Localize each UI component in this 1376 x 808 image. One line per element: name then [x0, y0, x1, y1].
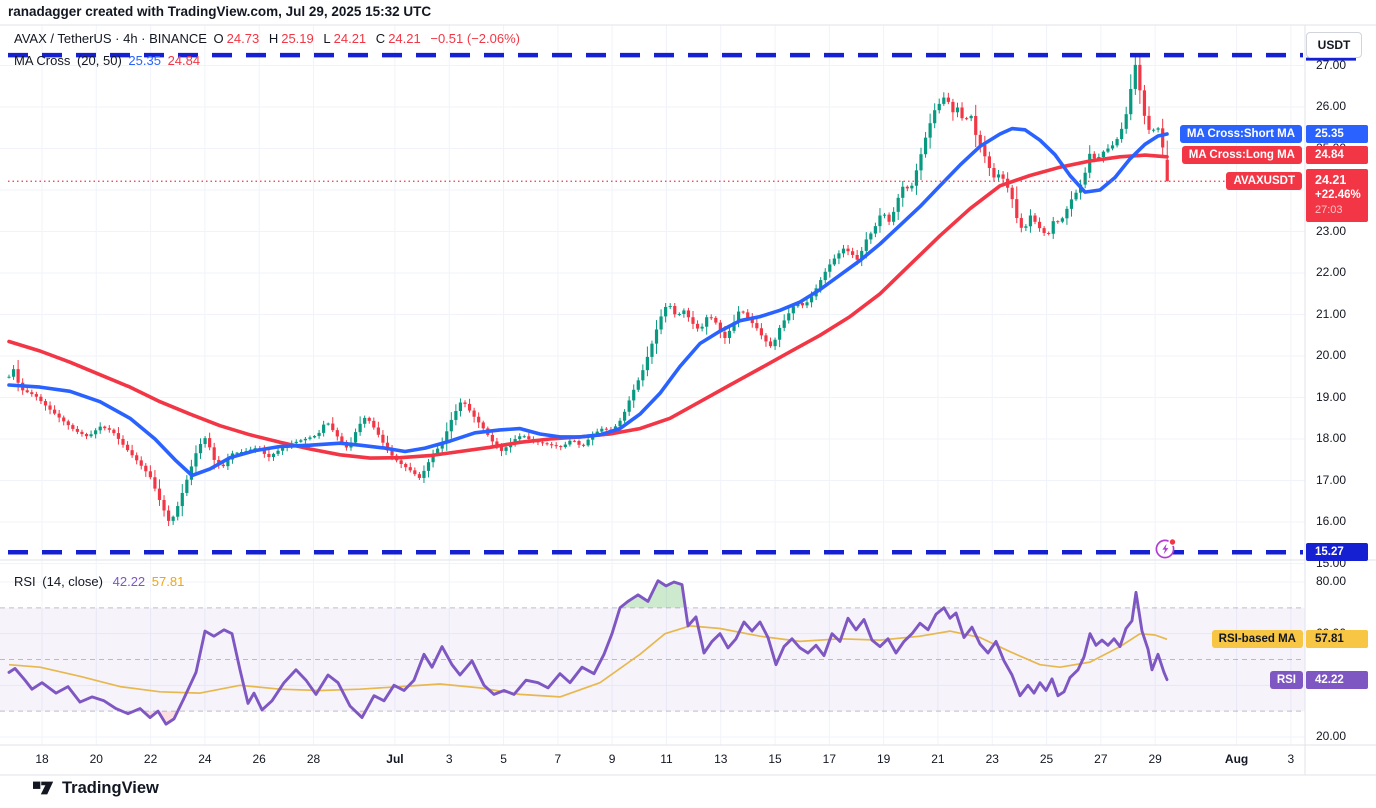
low-value: 24.21 — [334, 31, 367, 46]
rsi-ma-value: 57.81 — [152, 574, 185, 589]
low-label: L24.21 — [323, 31, 369, 46]
rsi-legend-row[interactable]: RSI (14, close) 42.22 57.81 — [14, 574, 187, 589]
rsi-ma-tag[interactable]: RSI-based MA — [1212, 630, 1303, 648]
rsi-tick-label: 20.00 — [1316, 729, 1346, 743]
price-tick-label: 17.00 — [1316, 473, 1346, 487]
time-tick-label: 23 — [986, 752, 999, 766]
rsi-tag[interactable]: RSI — [1270, 671, 1303, 689]
symbol-legend-row[interactable]: AVAX / TetherUS · 4h · BINANCE O24.73 H2… — [14, 31, 523, 46]
rsi-tick-label: 80.00 — [1316, 574, 1346, 588]
price-tick-label: 23.00 — [1316, 224, 1346, 238]
short-ma-price-tag[interactable]: MA Cross:Short MA — [1180, 125, 1302, 143]
open-value: 24.73 — [227, 31, 260, 46]
currency-unit-button[interactable]: USDT — [1306, 32, 1362, 58]
last-price: 24.21 — [1315, 173, 1346, 187]
change-percent: +22.46% — [1315, 188, 1368, 203]
tradingview-logo-text: TradingView — [62, 779, 159, 798]
price-tick-label: 26.00 — [1316, 99, 1346, 113]
symbol-title[interactable]: AVAX / TetherUS · 4h · BINANCE — [14, 31, 207, 46]
attribution-text: ranadagger created with TradingView.com,… — [8, 4, 431, 19]
time-tick-label: 13 — [714, 752, 727, 766]
price-tick-label: 27.00 — [1316, 58, 1346, 72]
time-tick-label: 25 — [1040, 752, 1053, 766]
tradingview-logo[interactable]: TradingView — [33, 777, 159, 799]
ma-cross-legend-row[interactable]: MA Cross (20, 50) 25.35 24.84 — [14, 53, 203, 68]
support-line-axis-value: 15.27 — [1306, 543, 1368, 561]
close-value: 24.21 — [388, 31, 421, 46]
chart-canvas[interactable] — [0, 0, 1376, 808]
open-label: O24.73 — [214, 31, 263, 46]
price-tick-label: 20.00 — [1316, 348, 1346, 362]
price-tick-label: 18.00 — [1316, 431, 1346, 445]
ma-cross-long-value: 24.84 — [168, 53, 201, 68]
long-ma-price-tag[interactable]: MA Cross:Long MA — [1182, 146, 1302, 164]
time-tick-label: 20 — [90, 752, 103, 766]
time-tick-label: 9 — [609, 752, 616, 766]
time-tick-label: 21 — [931, 752, 944, 766]
alert-icon[interactable] — [1152, 535, 1180, 568]
price-tick-label: 22.00 — [1316, 265, 1346, 279]
time-tick-label: 19 — [877, 752, 890, 766]
time-tick-label: 24 — [198, 752, 211, 766]
rsi-ma-axis-value: 57.81 — [1306, 630, 1368, 648]
high-value: 25.19 — [281, 31, 314, 46]
close-label: C24.21 — [376, 31, 424, 46]
long-ma-axis-value: 24.84 — [1306, 146, 1368, 164]
time-tick-label: 3 — [446, 752, 453, 766]
short-ma-axis-value: 25.35 — [1306, 125, 1368, 143]
price-tick-label: 21.00 — [1316, 307, 1346, 321]
time-tick-label: 17 — [823, 752, 836, 766]
time-tick-label: 18 — [35, 752, 48, 766]
time-tick-label: 7 — [555, 752, 562, 766]
rsi-title[interactable]: RSI (14, close) — [14, 574, 106, 589]
ma-cross-title[interactable]: MA Cross — [14, 53, 70, 68]
bar-countdown: 27:03 — [1315, 203, 1368, 218]
last-price-axis-value: 24.21 +22.46% 27:03 — [1306, 169, 1368, 222]
symbol-price-tag[interactable]: AVAXUSDT — [1226, 172, 1302, 190]
tradingview-mark-icon — [33, 777, 55, 799]
time-tick-label: 3 — [1288, 752, 1295, 766]
time-tick-label: 28 — [307, 752, 320, 766]
rsi-axis-value: 42.22 — [1306, 671, 1368, 689]
price-tick-label: 19.00 — [1316, 390, 1346, 404]
change-value: −0.51 (−2.06%) — [430, 31, 520, 46]
ma-cross-params: (20, 50) — [77, 53, 122, 68]
tradingview-chart-window: ranadagger created with TradingView.com,… — [0, 0, 1376, 808]
time-tick-label: 22 — [144, 752, 157, 766]
time-tick-label: 29 — [1148, 752, 1161, 766]
time-tick-label: 26 — [253, 752, 266, 766]
price-tick-label: 16.00 — [1316, 514, 1346, 528]
time-tick-label: Aug — [1225, 752, 1248, 766]
time-tick-label: 11 — [660, 752, 672, 766]
time-tick-label: Jul — [386, 752, 403, 766]
rsi-value: 42.22 — [113, 574, 146, 589]
time-tick-label: 27 — [1094, 752, 1107, 766]
high-label: H25.19 — [269, 31, 317, 46]
time-tick-label: 15 — [768, 752, 781, 766]
ma-cross-short-value: 25.35 — [128, 53, 161, 68]
time-tick-label: 5 — [500, 752, 507, 766]
